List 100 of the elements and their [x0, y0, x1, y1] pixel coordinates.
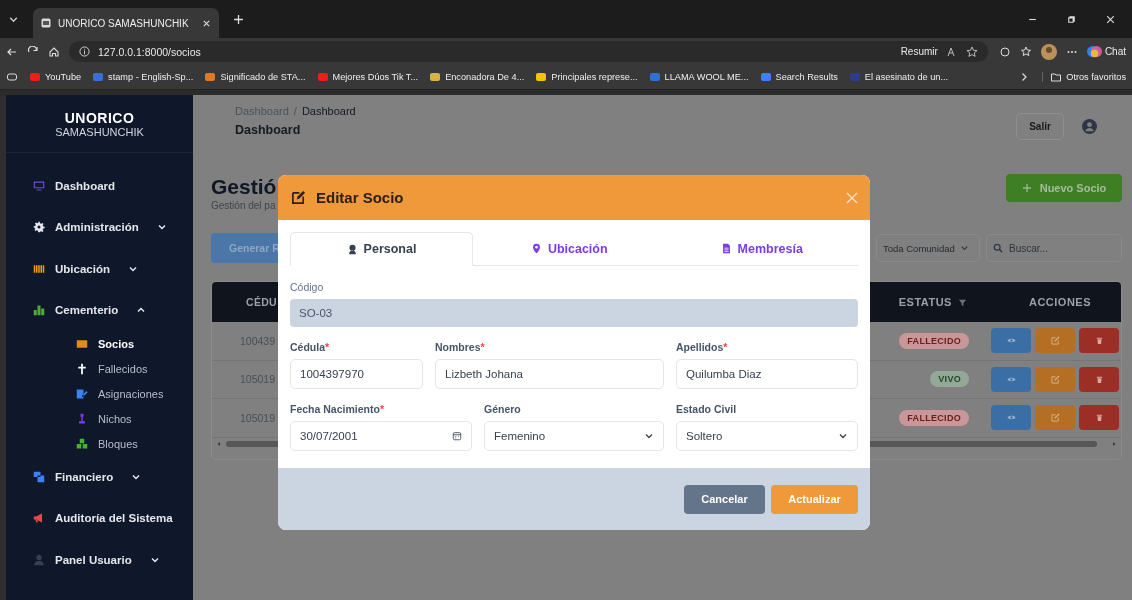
brand-subtitle: SAMASHUNCHIK [55, 125, 144, 138]
edit-icon [291, 190, 306, 205]
bars-icon [33, 262, 45, 275]
pawn-icon [76, 412, 88, 425]
plus-icon [1021, 183, 1032, 193]
sidebar-subitem[interactable]: Fallecidos [6, 356, 193, 381]
sidebar-subitem[interactable]: Asignaciones [6, 381, 193, 406]
edit-icon [1050, 413, 1060, 423]
calendar-icon[interactable] [452, 431, 462, 441]
tab-title: UNORICO SAMASHUNCHIK [58, 17, 190, 29]
select-field[interactable]: Soltero [676, 421, 858, 451]
logout-button[interactable]: Salir [1016, 112, 1064, 140]
code-field: SO-03 [290, 299, 858, 327]
extensions-icon[interactable] [998, 45, 1011, 58]
monitor-icon [33, 179, 45, 192]
bookmark[interactable]: Mejores Dúos Tik T... [317, 72, 419, 82]
location-pin-icon [530, 243, 542, 254]
community-select[interactable]: Toda Comunidad [876, 234, 980, 262]
page-subtitle: Gestión del pa [211, 200, 277, 211]
document-icon [720, 243, 732, 254]
profile-avatar-icon[interactable] [1040, 43, 1057, 60]
sidebar-item[interactable]: Dashboard [6, 165, 193, 207]
field-label: Cédula* [290, 341, 331, 353]
chevron-down-icon [838, 431, 848, 441]
search-icon [993, 243, 1003, 253]
browser-tab[interactable]: UNORICO SAMASHUNCHIK [33, 8, 219, 38]
sidebar-item[interactable]: Ubicación [6, 248, 193, 290]
other-bookmarks[interactable]: Otros favoritos [1042, 72, 1126, 82]
field-label: Código [290, 281, 325, 293]
trash-icon [1094, 374, 1104, 384]
bookmark[interactable]: Principales represe... [536, 72, 638, 82]
sidebar-item[interactable]: Financiero [6, 456, 193, 498]
close-icon[interactable] [1105, 13, 1116, 25]
sidebar-subitem[interactable]: Nichos [6, 406, 193, 431]
scroll-left-icon[interactable] [216, 440, 222, 447]
star-icon[interactable] [965, 45, 978, 58]
megaphone-icon [33, 512, 45, 525]
folder-icon [1051, 72, 1062, 82]
bookmark[interactable]: Enconadora De 4... [430, 72, 525, 82]
new-tab-icon[interactable] [233, 13, 244, 25]
favorites-icon[interactable] [1019, 45, 1032, 58]
sidebar-item[interactable]: Panel Usuario [6, 539, 193, 581]
sidebar-item[interactable]: Cementerio [6, 289, 193, 331]
chevron-down-icon [644, 431, 654, 441]
site-icon [41, 18, 51, 28]
restore-icon[interactable] [1066, 13, 1077, 25]
header-title: Dashboard [235, 123, 302, 137]
tab[interactable]: Membresía [665, 232, 858, 265]
sidebar-item[interactable]: Administración [6, 206, 193, 248]
pen-document-icon [76, 387, 88, 400]
page-title: Gestió [211, 174, 277, 200]
cancel-button[interactable]: Cancelar [684, 484, 765, 514]
status-badge: FALLECIDO [899, 409, 969, 426]
copilot-button[interactable]: Chat [1086, 44, 1126, 59]
search-field[interactable]: Buscar... [986, 234, 1122, 262]
date-field[interactable]: 30/07/2001 [290, 421, 472, 451]
user-icon [346, 243, 358, 255]
close-icon[interactable] [202, 18, 211, 28]
collections-icon[interactable] [6, 71, 18, 83]
input-field[interactable]: 1004397970 [290, 359, 423, 389]
breadcrumb-separator: / [293, 105, 297, 117]
breadcrumb-current: Dashboard [301, 105, 356, 117]
bookmark[interactable]: El asesinato de un... [849, 72, 949, 82]
filter-icon[interactable] [957, 297, 967, 307]
address-field[interactable]: 127.0.0.1:8000/socios Resumir [69, 41, 988, 62]
status-badge: FALLECIDO [899, 332, 969, 349]
field-label: Género [484, 403, 522, 415]
sidebar-item[interactable]: Auditoría del Sistema [6, 497, 193, 539]
documents-icon [33, 470, 45, 483]
home-icon[interactable] [48, 45, 60, 58]
column-header: ACCIONES [1028, 296, 1091, 308]
scroll-right-icon[interactable] [1111, 440, 1117, 447]
status-badge: VIVO [930, 371, 969, 388]
tab[interactable]: Ubicación [473, 232, 666, 265]
bookmark[interactable]: LLAMA WOOL ME... [649, 72, 749, 82]
tab[interactable]: Personal [290, 232, 473, 266]
trash-icon [1094, 336, 1104, 346]
select-field[interactable]: Femenino [484, 421, 664, 451]
bookmark[interactable]: Search Results [760, 72, 838, 82]
user-avatar-icon[interactable] [1082, 118, 1097, 134]
trash-icon [1094, 413, 1104, 423]
bookmark[interactable]: stamp - English-Sp... [93, 72, 194, 82]
brand-name: UNORICO [64, 109, 135, 126]
building-icon [33, 304, 45, 317]
column-header[interactable]: ESTATUS [898, 296, 952, 308]
field-label: Apellidos* [676, 341, 729, 353]
field-label: Fecha Nacimiento* [290, 403, 385, 415]
bookmark[interactable]: Significado de STA... [205, 72, 306, 82]
overlapping-circles-icon [1086, 44, 1102, 59]
sidebar-subitem[interactable]: Socios [6, 331, 193, 356]
edit-icon [1050, 336, 1060, 346]
sidebar-subitem[interactable]: Bloques [6, 431, 193, 456]
gear-icon [33, 221, 45, 234]
input-field[interactable]: Lizbeth Johana [435, 359, 664, 389]
bookmark[interactable]: YouTube [30, 72, 82, 82]
input-field[interactable]: Quilumba Diaz [676, 359, 858, 389]
dialog-title: Editar Socio [316, 189, 404, 206]
cross-icon [76, 362, 88, 375]
chevron-down-icon [959, 243, 969, 253]
edit-icon [1050, 374, 1060, 384]
